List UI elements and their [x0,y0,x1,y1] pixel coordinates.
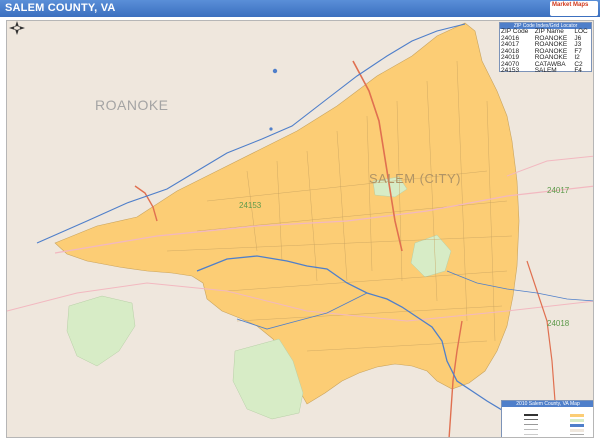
legend-left-column [504,412,548,438]
north-arrow-icon [9,21,25,35]
logo-text: Market Maps [552,2,589,8]
legend-item [550,432,593,437]
logo: Market Maps [550,1,598,16]
legend-item [504,437,548,438]
map-legend: 2010 Salem County, VA Map [501,400,594,438]
legend-right-column [550,412,594,438]
zip-loc: F4 [574,67,582,74]
map-canvas[interactable]: ROANOKE SALEM (CITY) 24153 24017 24018 Z… [6,20,594,438]
park-west [66,295,136,367]
zip-label-24018: 24018 [547,319,570,328]
zip-label-24017: 24017 [547,186,570,195]
title-bar: SALEM COUNTY, VA Market Maps [0,0,600,17]
legend-caption: 2010 Salem County, VA Map [502,401,593,407]
zip-name: SALEM [534,67,557,74]
map-svg [7,22,593,437]
table-row: 24153 SALEM F4 [500,67,591,75]
salem-area [54,22,520,405]
road-east [506,155,593,177]
zip-label-24153: 24153 [239,201,262,210]
place-salem-city: SALEM (CITY) [369,171,461,186]
lake-2 [269,127,273,131]
map-title: SALEM COUNTY, VA [5,2,116,14]
zip-code: 24153 [501,67,520,74]
legend-item [504,432,548,437]
lake-1 [272,68,278,74]
place-roanoke: ROANOKE [95,97,169,113]
legend-item [550,437,594,438]
zip-table-grid: ZIP Code ZIP Name LOC 24016 ROANOKE J6 2… [500,28,591,75]
zip-index-table: ZIP Code Index/Grid Locator ZIP Code ZIP… [499,22,592,75]
